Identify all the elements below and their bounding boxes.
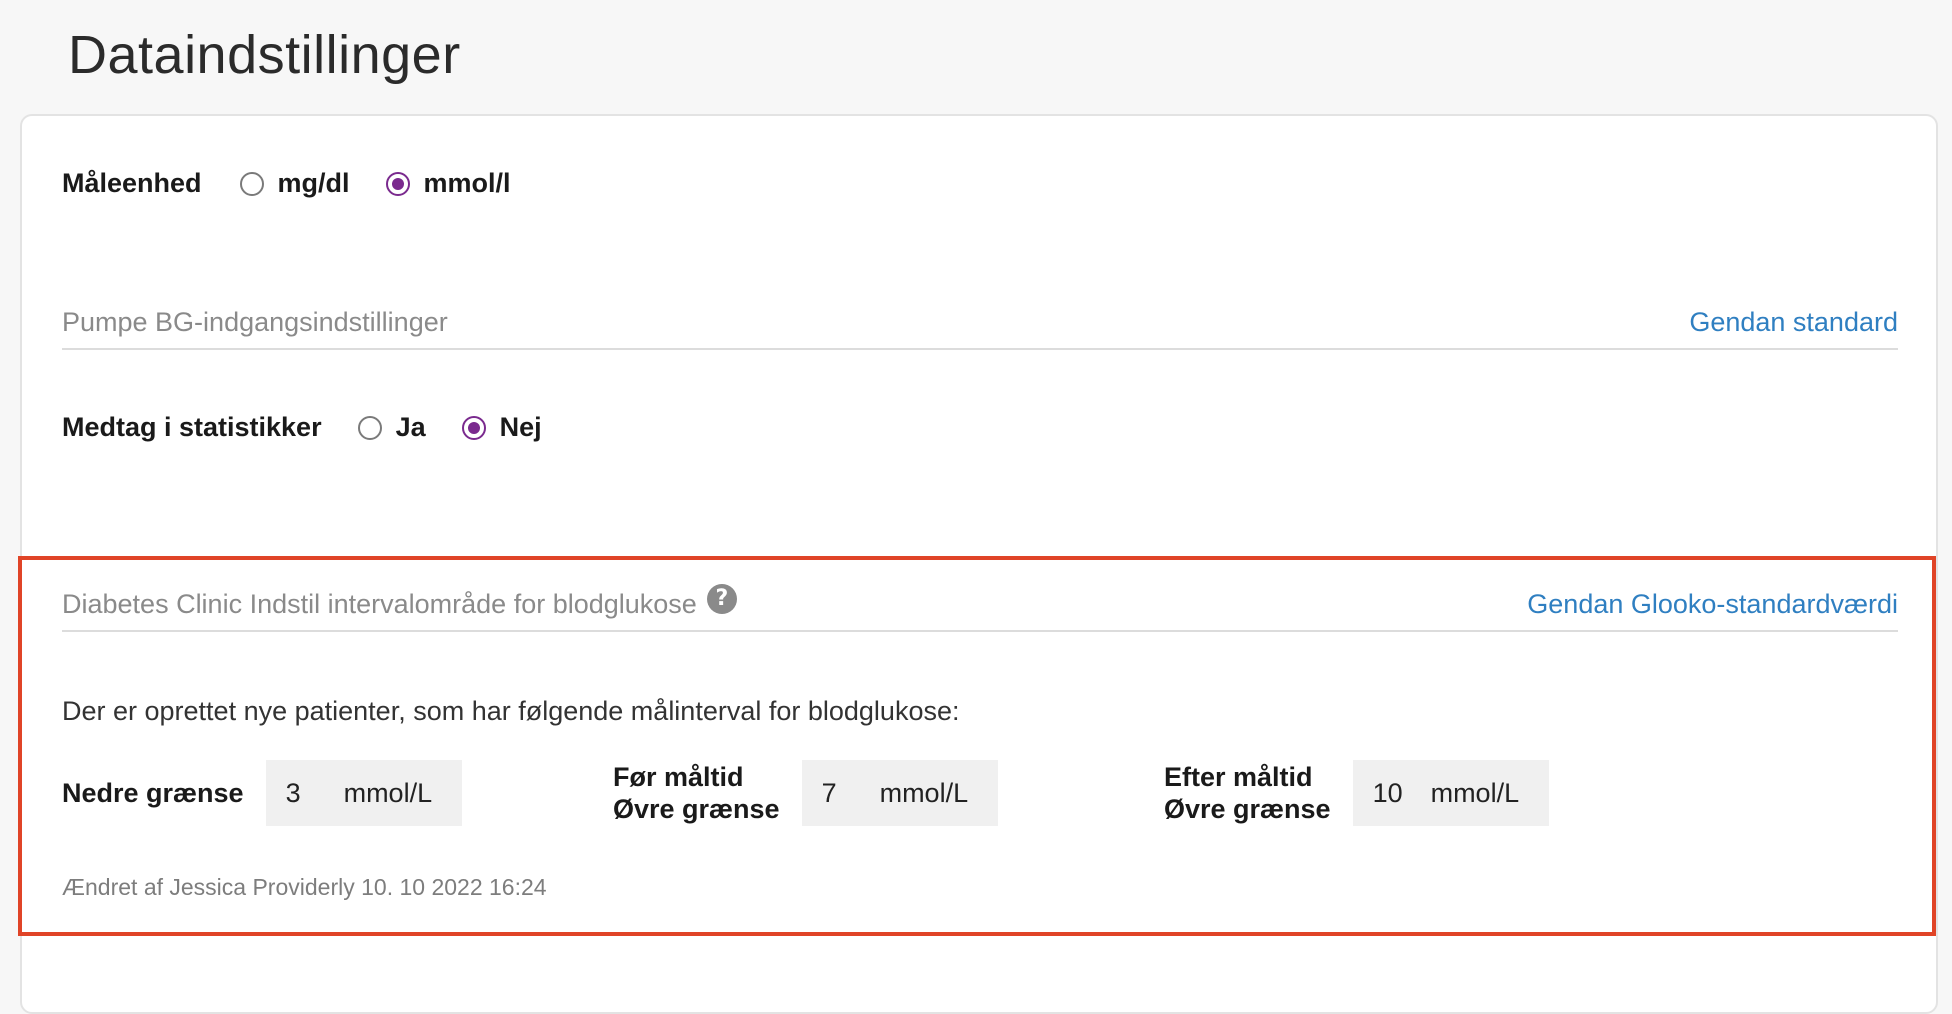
pump-section-header: Pumpe BG-indgangsindstillinger Gendan st… bbox=[62, 300, 1898, 350]
changed-by-text: Ændret af Jessica Providerly 10. 10 2022… bbox=[62, 874, 547, 900]
after-meal-unit: mmol/L bbox=[1430, 777, 1520, 808]
radio-mmol[interactable] bbox=[385, 171, 410, 196]
before-meal-label-line2: Øvre grænse bbox=[613, 794, 780, 824]
range-section-title: Diabetes Clinic Indstil intervalområde f… bbox=[62, 589, 697, 619]
lower-limit-field[interactable]: 3 mmol/L bbox=[265, 760, 462, 826]
before-meal-group: Før måltid Øvre grænse 7 mmol/L bbox=[613, 760, 998, 826]
lower-limit-unit: mmol/L bbox=[343, 777, 433, 808]
range-section-header: Diabetes Clinic Indstil intervalområde f… bbox=[62, 582, 1898, 632]
after-meal-group: Efter måltid Øvre grænse 10 mmol/L bbox=[1164, 760, 1549, 826]
before-meal-value: 7 bbox=[821, 777, 837, 808]
unit-label: Måleenhed bbox=[62, 168, 202, 198]
radio-mmol-label: mmol/l bbox=[423, 168, 511, 198]
radio-mgdl[interactable] bbox=[239, 171, 264, 196]
after-meal-label-line2: Øvre grænse bbox=[1164, 794, 1331, 824]
restore-glooko-default-link[interactable]: Gendan Glooko-standardværdi bbox=[1527, 589, 1898, 620]
radio-mgdl-label: mg/dl bbox=[277, 168, 350, 198]
after-meal-field[interactable]: 10 mmol/L bbox=[1352, 760, 1549, 826]
include-option-no[interactable]: Nej bbox=[461, 412, 542, 443]
unit-option-mmol[interactable]: mmol/l bbox=[385, 168, 511, 199]
unit-row: Måleenhed mg/dl mmol/l bbox=[62, 168, 511, 199]
before-meal-unit: mmol/L bbox=[879, 777, 969, 808]
question-circle-icon[interactable]: ? bbox=[706, 583, 737, 614]
restore-default-link[interactable]: Gendan standard bbox=[1689, 307, 1898, 338]
include-stats-label: Medtag i statistikker bbox=[62, 412, 322, 442]
page-title: Dataindstillinger bbox=[68, 25, 461, 85]
lower-limit-value: 3 bbox=[285, 777, 301, 808]
lower-limit-group: Nedre grænse 3 mmol/L bbox=[62, 760, 462, 826]
after-meal-label: Efter måltid Øvre grænse bbox=[1164, 761, 1331, 825]
radio-yes[interactable] bbox=[357, 415, 382, 440]
radio-yes-label: Ja bbox=[395, 412, 426, 442]
pump-section-title: Pumpe BG-indgangsindstillinger bbox=[62, 307, 448, 337]
radio-no-label: Nej bbox=[499, 412, 542, 442]
before-meal-label: Før måltid Øvre grænse bbox=[613, 761, 780, 825]
include-option-yes[interactable]: Ja bbox=[357, 412, 426, 443]
after-meal-value: 10 bbox=[1372, 777, 1403, 808]
range-intro-text: Der er oprettet nye patienter, som har f… bbox=[62, 696, 960, 726]
before-meal-label-line1: Før måltid bbox=[613, 762, 744, 792]
after-meal-label-line1: Efter måltid bbox=[1164, 762, 1313, 792]
range-section-title-wrap: Diabetes Clinic Indstil intervalområde f… bbox=[62, 583, 737, 620]
unit-option-mgdl[interactable]: mg/dl bbox=[239, 168, 350, 199]
before-meal-field[interactable]: 7 mmol/L bbox=[801, 760, 998, 826]
radio-no[interactable] bbox=[461, 415, 486, 440]
include-stats-row: Medtag i statistikker Ja Nej bbox=[62, 412, 542, 443]
lower-limit-label: Nedre grænse bbox=[62, 778, 244, 808]
